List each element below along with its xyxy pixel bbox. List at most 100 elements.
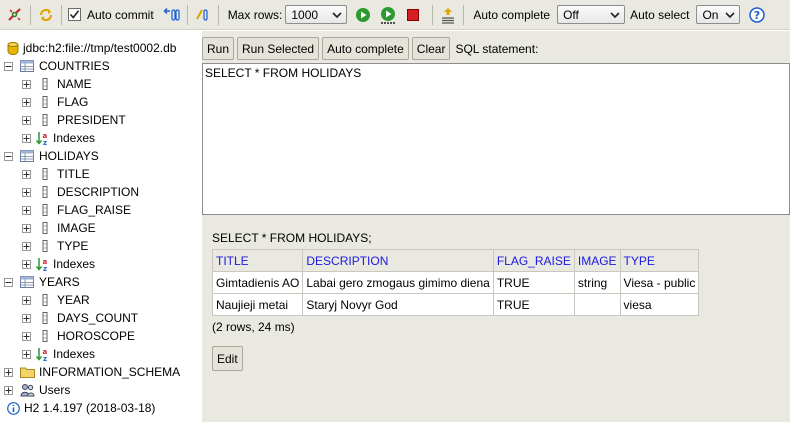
column-name: DESCRIPTION bbox=[57, 185, 140, 199]
table-cell: TRUE bbox=[492, 271, 575, 294]
max-rows-label: Max rows: bbox=[227, 7, 283, 22]
tree-column[interactable]: IMAGE bbox=[22, 219, 96, 237]
sql-editor[interactable]: SELECT * FROM HOLIDAYS bbox=[202, 63, 790, 215]
indexes-icon: az bbox=[35, 346, 51, 362]
tree-indexes[interactable]: a z Indexes bbox=[22, 345, 95, 363]
max-rows-select[interactable]: 1000 bbox=[285, 5, 348, 24]
auto-commit-checkbox[interactable] bbox=[68, 8, 81, 21]
run-button[interactable]: Run bbox=[202, 37, 235, 60]
expand-icon[interactable] bbox=[22, 169, 31, 179]
tree-column[interactable]: DAYS_COUNT bbox=[22, 309, 138, 327]
column-name: YEAR bbox=[57, 293, 90, 307]
connection-url: jdbc:h2:file://tmp/test0002.db bbox=[23, 41, 177, 55]
column-header[interactable]: FLAG_RAISE bbox=[492, 249, 575, 272]
expand-icon[interactable] bbox=[22, 259, 31, 269]
tree-column[interactable]: TITLE bbox=[22, 165, 90, 183]
expand-icon[interactable] bbox=[22, 223, 31, 233]
folder-icon bbox=[19, 364, 35, 380]
expand-icon[interactable] bbox=[4, 367, 13, 377]
tree-column[interactable]: TYPE bbox=[22, 237, 88, 255]
tree-column[interactable]: PRESIDENT bbox=[22, 111, 126, 129]
expand-icon[interactable] bbox=[22, 97, 31, 107]
tree-column[interactable]: HOROSCOPE bbox=[22, 327, 135, 345]
table-cell: Naujieji metai bbox=[211, 293, 304, 316]
result-header-row: TITLE DESCRIPTION FLAG_RAISE IMAGE TYPE bbox=[211, 249, 700, 272]
tree-table[interactable]: COUNTRIES bbox=[4, 57, 110, 75]
toolbar-separator bbox=[61, 4, 62, 25]
tree-version: H2 1.4.197 (2018-03-18) bbox=[5, 399, 155, 417]
expand-icon[interactable] bbox=[22, 205, 31, 215]
collapse-icon[interactable] bbox=[4, 277, 13, 287]
tree-schema[interactable]: INFORMATION_SCHEMA bbox=[4, 363, 180, 381]
users-icon bbox=[19, 382, 35, 398]
tree-users[interactable]: Users bbox=[4, 381, 70, 399]
expand-icon[interactable] bbox=[4, 385, 13, 395]
table-name: YEARS bbox=[39, 275, 80, 289]
expand-icon[interactable] bbox=[22, 241, 31, 251]
tree-table[interactable]: YEARS bbox=[4, 273, 80, 291]
column-name: FLAG bbox=[57, 95, 89, 109]
expand-icon[interactable] bbox=[22, 115, 31, 125]
result-statement: SELECT * FROM HOLIDAYS; bbox=[212, 231, 372, 245]
disconnect-icon[interactable] bbox=[6, 6, 24, 24]
tree-column[interactable]: YEAR bbox=[22, 291, 90, 309]
tree-column[interactable]: NAME bbox=[22, 75, 92, 93]
expand-icon[interactable] bbox=[22, 313, 31, 323]
run-selected-icon[interactable] bbox=[379, 6, 397, 24]
toolbar-separator bbox=[186, 4, 188, 25]
table-icon bbox=[19, 274, 35, 290]
rollback-icon[interactable] bbox=[163, 6, 181, 24]
stop-icon[interactable] bbox=[404, 6, 422, 24]
column-header[interactable]: TITLE bbox=[211, 249, 304, 272]
run-selected-button[interactable]: Run Selected bbox=[237, 37, 320, 60]
tree-indexes[interactable]: a z Indexes bbox=[22, 255, 95, 273]
clear-button[interactable]: Clear bbox=[411, 37, 451, 60]
collapse-icon[interactable] bbox=[4, 151, 13, 161]
table-row: Gimtadienis AO Labai gero zmogaus gimimo … bbox=[211, 271, 700, 294]
tree-column[interactable]: DESCRIPTION bbox=[22, 183, 139, 201]
column-name: DAYS_COUNT bbox=[57, 311, 139, 325]
auto-complete-button[interactable]: Auto complete bbox=[322, 37, 409, 60]
tree-column[interactable]: FLAG bbox=[22, 93, 88, 111]
table-icon bbox=[19, 148, 35, 164]
tree-connection[interactable]: jdbc:h2:file://tmp/test0002.db bbox=[5, 39, 176, 57]
column-header[interactable]: DESCRIPTION bbox=[302, 249, 494, 272]
column-header[interactable]: IMAGE bbox=[573, 249, 621, 272]
tree-column[interactable]: FLAG_RAISE bbox=[22, 201, 131, 219]
column-icon bbox=[37, 292, 53, 308]
svg-text:z: z bbox=[43, 139, 47, 146]
column-name: IMAGE bbox=[57, 221, 96, 235]
auto-complete-select[interactable]: Off bbox=[557, 5, 626, 24]
expand-icon[interactable] bbox=[22, 349, 31, 359]
toolbar-separator bbox=[432, 4, 434, 25]
commit-icon[interactable] bbox=[194, 6, 212, 24]
tree-indexes[interactable]: a z Indexes bbox=[22, 129, 95, 147]
expand-icon[interactable] bbox=[22, 187, 31, 197]
table-icon bbox=[19, 58, 35, 74]
auto-select-label: Auto select bbox=[630, 7, 690, 22]
expand-icon[interactable] bbox=[22, 79, 31, 89]
column-name: HOROSCOPE bbox=[57, 329, 136, 343]
column-header[interactable]: TYPE bbox=[619, 249, 700, 272]
table-cell: string bbox=[573, 271, 621, 294]
run-icon[interactable] bbox=[354, 6, 372, 24]
auto-select-select[interactable]: On bbox=[696, 5, 741, 24]
toolbar: Auto commit Max rows: 1000 Auto complete… bbox=[0, 0, 790, 30]
expand-icon[interactable] bbox=[22, 331, 31, 341]
history-icon[interactable] bbox=[439, 6, 457, 24]
toolbar-separator bbox=[217, 4, 219, 25]
svg-text:z: z bbox=[43, 355, 47, 362]
tree-table[interactable]: HOLIDAYS bbox=[4, 147, 99, 165]
help-icon[interactable]: ? bbox=[748, 6, 766, 24]
sql-text: SELECT * FROM HOLIDAYS bbox=[205, 66, 362, 80]
table-name: HOLIDAYS bbox=[39, 149, 99, 163]
indexes-label: Indexes bbox=[53, 257, 96, 271]
edit-button[interactable]: Edit bbox=[212, 346, 243, 371]
expand-icon[interactable] bbox=[22, 133, 31, 143]
collapse-icon[interactable] bbox=[4, 61, 13, 71]
chevron-down-icon bbox=[609, 9, 621, 21]
expand-icon[interactable] bbox=[22, 295, 31, 305]
refresh-icon[interactable] bbox=[37, 6, 55, 24]
result-area: SELECT * FROM HOLIDAYS; TITLE DESCRIPTION… bbox=[211, 231, 700, 334]
auto-complete-label: Auto complete bbox=[473, 7, 551, 22]
